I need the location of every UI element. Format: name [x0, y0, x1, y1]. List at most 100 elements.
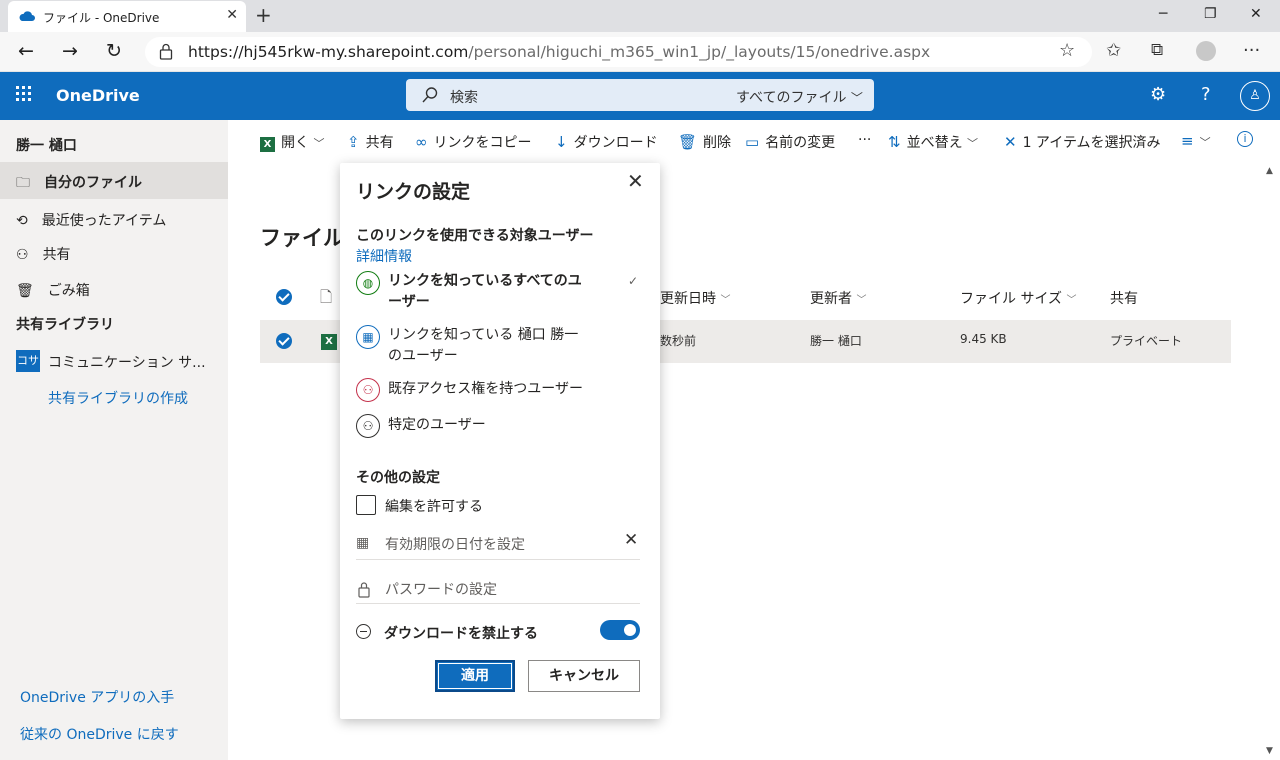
download-button[interactable]: ↓ ダウンロード	[555, 132, 658, 152]
chevron-down-icon: ﹀	[720, 295, 731, 306]
block-download-toggle[interactable]	[600, 620, 640, 640]
minimize-icon[interactable]: ─	[1159, 6, 1167, 22]
account-avatar-icon[interactable]: ♙	[1240, 81, 1270, 111]
row-modified: 数秒前	[660, 334, 697, 348]
row-checkbox[interactable]	[276, 333, 292, 349]
url-path: /personal/higuchi_m365_win1_jp/_layouts/…	[468, 43, 931, 61]
back-icon[interactable]: ←	[18, 41, 34, 61]
help-icon[interactable]: ?	[1201, 84, 1211, 105]
library-badge: コサ	[16, 350, 40, 372]
browser-tab[interactable]: ファイル - OneDrive ✕	[8, 1, 246, 32]
specific-people-icon: ⚇	[356, 414, 380, 438]
expiry-date-input[interactable]: 有効期限の日付を設定	[385, 534, 525, 554]
selection-status[interactable]: ✕ 1 アイテムを選択済み	[1004, 132, 1161, 152]
search-icon	[422, 87, 438, 103]
link-icon: ∞	[415, 133, 428, 151]
column-header-modified-by[interactable]: 更新者 ﹀	[810, 288, 866, 308]
sort-button[interactable]: ⇅ 並べ替え ﹀	[888, 132, 978, 152]
block-download-label: ダウンロードを禁止する	[384, 626, 538, 642]
favorite-star-icon[interactable]: ☆	[1059, 40, 1075, 61]
lock-icon	[358, 582, 370, 598]
more-menu-icon[interactable]: ···	[1243, 40, 1260, 61]
new-tab-icon[interactable]: +	[255, 3, 272, 27]
profile-avatar[interactable]	[1196, 41, 1216, 61]
open-button[interactable]: X 開く ﹀	[260, 132, 324, 152]
option-anyone-label: リンクを知っているすべてのユ ーザー	[388, 271, 582, 313]
row-modified-by: 勝一 樋口	[810, 334, 862, 348]
nav-label-shared: 共有	[42, 247, 71, 263]
open-label: 開く	[281, 135, 309, 151]
column-header-modified-label: 更新日時	[660, 291, 716, 307]
row-sharing: プライベート	[1110, 334, 1183, 348]
nav-item-recycle-bin[interactable]: 🗑 ごみ箱	[16, 280, 90, 300]
nav-item-recent[interactable]: ⟲ 最近使ったアイテム	[16, 210, 166, 230]
allow-edit-checkbox[interactable]	[356, 495, 376, 515]
copy-link-label: リンクをコピー	[433, 135, 532, 151]
share-icon: ⇪	[347, 133, 360, 151]
window-close-icon[interactable]: ✕	[1250, 6, 1262, 22]
search-scope-label: すべてのファイル	[736, 90, 847, 106]
people-icon: ⚇	[16, 247, 29, 263]
delete-icon: 🗑	[678, 133, 698, 151]
search-scope-dropdown[interactable]: すべてのファイル ﹀	[736, 87, 863, 107]
column-header-modified[interactable]: 更新日時 ﹀	[660, 288, 730, 308]
column-header-size[interactable]: ファイル サイズ ﹀	[960, 288, 1076, 308]
nav-label-my-files: 自分のファイル	[44, 175, 142, 191]
allow-edit-label: 編集を許可する	[385, 499, 483, 515]
app-launcher-icon[interactable]	[16, 86, 32, 102]
excel-icon: X	[260, 137, 275, 152]
chevron-down-icon: ﹀	[856, 295, 867, 306]
learn-more-link[interactable]: 詳細情報	[356, 246, 412, 266]
download-label: ダウンロード	[573, 135, 658, 151]
search-input[interactable]: 検索	[450, 87, 478, 107]
checkmark-icon: ✓	[628, 274, 639, 288]
option-specific-people-label: 特定のユーザー	[388, 417, 486, 433]
option-anyone-line1: リンクを知っているすべてのユ	[388, 273, 582, 289]
shared-libraries-header: 共有ライブラリ	[16, 317, 114, 333]
get-app-link[interactable]: OneDrive アプリの入手	[20, 687, 174, 707]
scroll-down-icon[interactable]: ▼	[1266, 746, 1273, 756]
refresh-icon[interactable]: ↻	[106, 41, 122, 61]
info-icon[interactable]: i	[1237, 131, 1253, 147]
chevron-down-icon: ﹀	[850, 91, 863, 105]
other-settings-header: その他の設定	[356, 470, 440, 486]
scroll-up-icon[interactable]: ▲	[1266, 166, 1273, 176]
panel-close-icon[interactable]: ✕	[627, 169, 644, 193]
column-header-sharing[interactable]: 共有	[1110, 288, 1138, 308]
forward-icon[interactable]: →	[62, 41, 78, 61]
settings-gear-icon[interactable]: ⚙	[1150, 84, 1166, 105]
cancel-button[interactable]: キャンセル	[528, 660, 640, 692]
calendar-icon: ▦	[356, 535, 370, 551]
collections-icon[interactable]: ⧉	[1151, 40, 1163, 60]
page-title: ファイル	[260, 226, 344, 250]
copy-link-button[interactable]: ∞ リンクをコピー	[415, 132, 532, 152]
password-input[interactable]: パスワードの設定	[385, 579, 497, 599]
app-brand[interactable]: OneDrive	[56, 86, 140, 105]
nav-item-shared[interactable]: ⚇ 共有	[16, 244, 71, 264]
option-org-label: リンクを知っている 樋口 勝一 のユーザー	[388, 325, 578, 367]
clear-expiry-icon[interactable]: ✕	[624, 530, 638, 550]
apply-button[interactable]: 適用	[435, 660, 515, 692]
download-icon: ↓	[555, 133, 568, 151]
block-icon	[356, 624, 371, 639]
view-list-icon: ≡	[1181, 132, 1194, 150]
library-item-communication[interactable]: コミュニケーション サ...	[48, 352, 206, 372]
lock-icon	[159, 43, 173, 60]
delete-button[interactable]: 🗑 削除	[678, 132, 731, 152]
sort-label: 並べ替え	[906, 135, 963, 151]
share-button[interactable]: ⇪ 共有	[347, 132, 394, 152]
nav-item-my-files[interactable]: 🗀 自分のファイル	[16, 172, 142, 196]
share-label: 共有	[365, 135, 394, 151]
close-tab-icon[interactable]: ✕	[226, 7, 238, 23]
selection-label: 1 アイテムを選択済み	[1022, 135, 1161, 151]
view-options-button[interactable]: ≡ ﹀	[1181, 132, 1211, 150]
restore-icon[interactable]: ❐	[1204, 6, 1217, 22]
rename-button[interactable]: ▭ 名前の変更	[745, 132, 835, 152]
more-commands-icon[interactable]: ···	[858, 132, 871, 148]
select-all-checkbox[interactable]	[276, 289, 292, 305]
classic-onedrive-link[interactable]: 従来の OneDrive に戻す	[20, 724, 179, 744]
create-library-link[interactable]: 共有ライブラリの作成	[48, 388, 188, 408]
favorites-icon[interactable]: ✩	[1106, 40, 1121, 61]
user-name: 勝一 樋口	[16, 138, 77, 154]
divider	[356, 559, 640, 560]
